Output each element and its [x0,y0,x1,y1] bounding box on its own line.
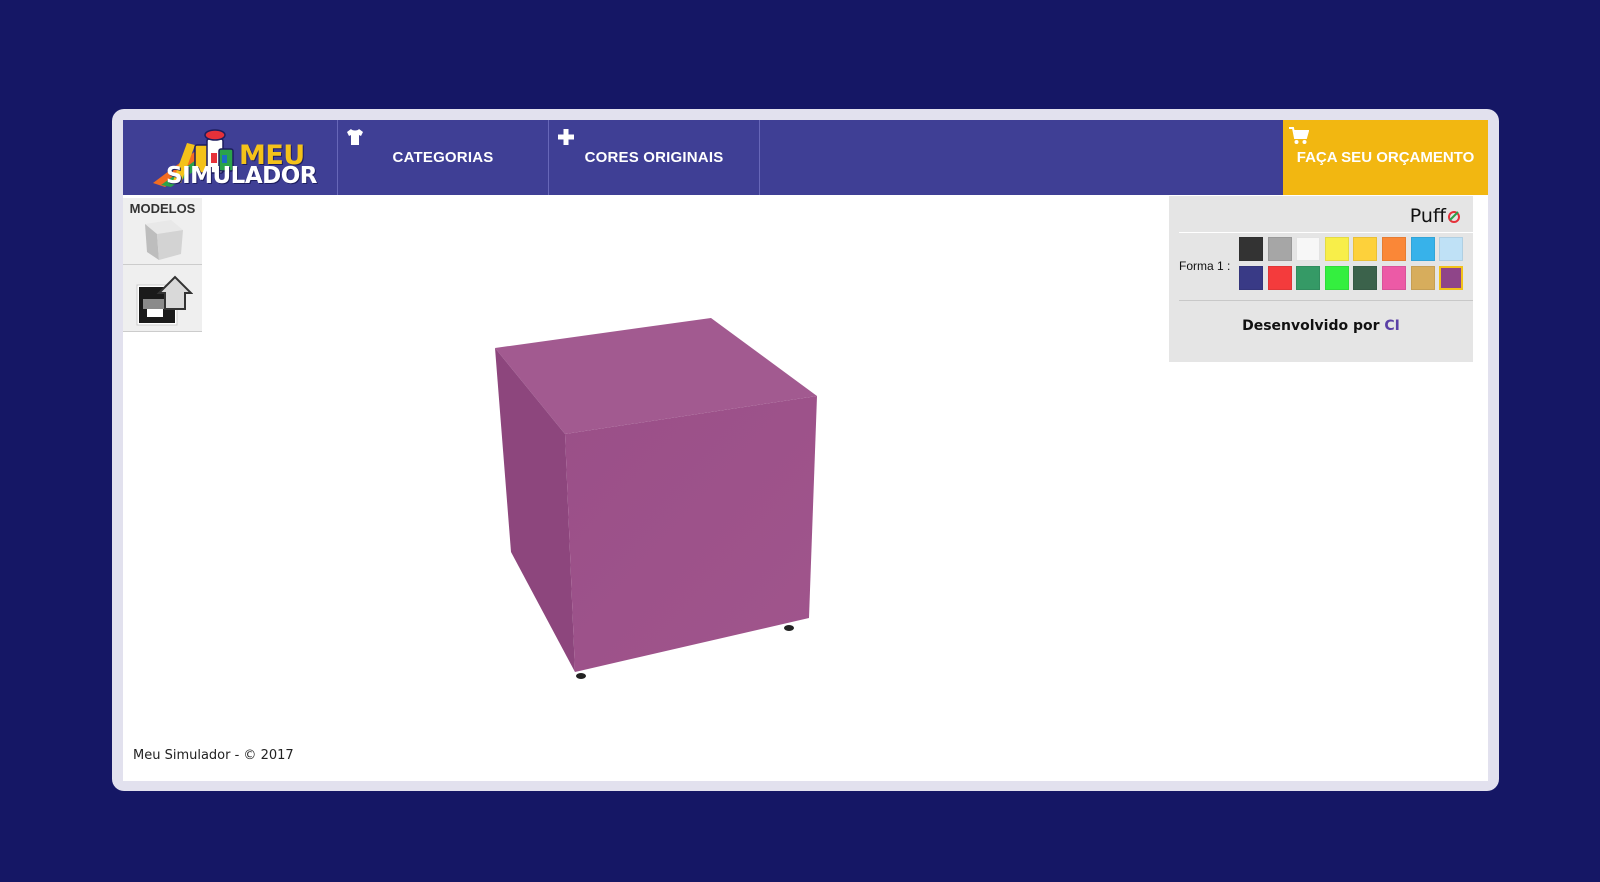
nav-cores-label: CORES ORIGINAIS [584,149,724,166]
color-panel: Puff Forma 1 : Desenvolvido por CI [1169,196,1473,362]
models-title: MODELOS [129,201,196,216]
puff-front-face [565,396,817,672]
orcamento-label: FAÇA SEU ORÇAMENTO [1296,149,1475,166]
panel-divider-top [1179,232,1473,233]
panel-divider-bottom [1179,300,1473,301]
color-swatch[interactable] [1382,266,1406,290]
nav-categorias-label: CATEGORIAS [392,149,494,166]
color-swatch[interactable] [1239,237,1263,261]
model-puff-cube[interactable]: MODELOS [123,198,202,265]
color-swatch[interactable] [1324,237,1349,261]
color-swatch[interactable] [1439,237,1464,261]
upload-image-button[interactable] [123,265,202,332]
simulator-app: MEU SIMULADOR CATEGORIAS CORES ORIGINAIS [123,120,1488,781]
color-swatch[interactable] [1267,266,1292,290]
cube-model-icon [145,220,183,260]
credit-line: Desenvolvido por CI [1169,318,1473,334]
credit-prefix: Desenvolvido por [1242,318,1380,334]
puff-3d-model[interactable] [483,310,843,700]
color-swatch[interactable] [1353,266,1378,290]
brand-logo[interactable]: MEU SIMULADOR [123,120,338,195]
forma-1-label: Forma 1 : [1179,259,1231,273]
logo-text-simulador: SIMULADOR [166,163,318,189]
tshirt-icon [347,129,363,145]
color-swatch[interactable] [1296,237,1321,261]
color-swatch[interactable] [1410,237,1435,261]
top-navbar: MEU SIMULADOR CATEGORIAS CORES ORIGINAIS [123,120,1488,195]
color-swatch[interactable] [1324,266,1349,290]
nav-categorias[interactable]: CATEGORIAS [338,120,549,195]
footer-copyright: Meu Simulador - © 2017 [133,748,294,763]
color-swatch[interactable] [1239,266,1263,290]
color-swatch[interactable] [1410,266,1435,290]
plus-icon [558,129,574,145]
color-wheel-icon [1448,211,1460,223]
color-swatch[interactable] [1296,266,1321,290]
credit-link[interactable]: CI [1384,318,1399,334]
nav-cores-originais[interactable]: CORES ORIGINAIS [549,120,760,195]
upload-image-icon [136,275,193,326]
puff-foot-right [784,625,794,631]
orcamento-button[interactable]: FAÇA SEU ORÇAMENTO [1283,120,1488,195]
color-swatch[interactable] [1439,266,1464,290]
color-swatch[interactable] [1353,237,1378,261]
cart-icon [1289,127,1309,144]
puff-foot-left [576,673,586,679]
models-sidebar: MODELOS [123,198,202,332]
color-swatch[interactable] [1382,237,1406,261]
product-title: Puff [1410,205,1461,227]
color-swatch[interactable] [1267,237,1292,261]
